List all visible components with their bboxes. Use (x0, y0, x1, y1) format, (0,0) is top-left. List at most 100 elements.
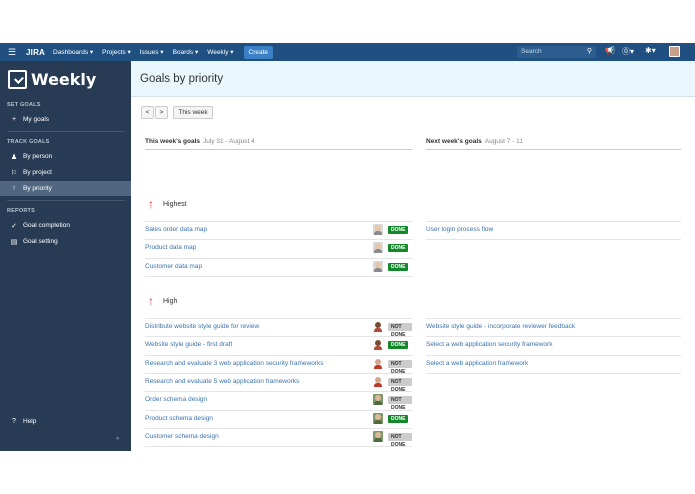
status-lozenge: DONE (388, 262, 409, 271)
avatar-body (374, 364, 382, 369)
status-lozenge: DONE (388, 226, 409, 234)
brand-title: Weekly (31, 70, 97, 89)
avatar-face (375, 413, 381, 420)
avatar-face (375, 431, 381, 438)
column-divider (426, 149, 681, 150)
goal-link[interactable]: Research and evaluate 5 web application … (145, 378, 299, 385)
sidebar-item-label: Goal setting (23, 238, 58, 245)
this-week-heading-label: This week's goals (145, 138, 201, 145)
goal-link[interactable]: Customer data map (145, 263, 202, 270)
sidebar-item-by-priority[interactable]: ↑ By priority (0, 181, 131, 196)
goal-row[interactable]: Website style guide - incorporate review… (426, 318, 681, 336)
goal-link[interactable]: Product schema design (145, 415, 213, 422)
goal-row[interactable]: Product schema design DONE (145, 409, 412, 428)
sidebar-item-label: By project (23, 169, 52, 176)
goal-link[interactable]: Research and evaluate 3 web application … (145, 360, 323, 367)
goal-row[interactable]: Sales order data map DONE (145, 221, 412, 239)
goal-row[interactable]: Select a web application frameworkNOT DO… (426, 354, 681, 373)
reports-heading: REPORTS (7, 208, 35, 214)
goal-row[interactable]: Website style guide - first draft DONE (145, 336, 412, 354)
owner-avatar[interactable] (373, 242, 383, 254)
nav-projects[interactable]: Projects ▾ (102, 48, 131, 56)
plus-icon: + (11, 116, 17, 123)
priority-arrow-icon: ↑ (148, 197, 154, 211)
owner-avatar[interactable] (373, 412, 383, 424)
track-goals-heading: TRACK GOALS (7, 139, 50, 145)
goal-link[interactable]: Website style guide - first draft (145, 341, 232, 348)
this-week-button[interactable]: This week (173, 106, 213, 119)
app-switcher-icon[interactable]: ☰ (4, 47, 20, 58)
checkmark-icon: ✓ (11, 222, 17, 230)
sidebar-item-goal-setting[interactable]: ▤ Goal setting (0, 234, 131, 249)
goal-row[interactable]: Distribute website style guide for revie… (145, 318, 412, 338)
nav-dashboards[interactable]: Dashboards ▾ (53, 48, 93, 56)
owner-avatar[interactable] (373, 375, 383, 387)
owner-avatar[interactable] (373, 224, 383, 235)
next-week-button[interactable]: > (155, 106, 168, 119)
owner-avatar[interactable] (373, 430, 383, 442)
goal-link[interactable]: Product data map (145, 244, 196, 251)
owner-avatar[interactable] (373, 260, 383, 272)
status-lozenge: NOT DONE (388, 432, 412, 448)
avatar-face (375, 358, 381, 365)
nav-weekly[interactable]: Weekly ▾ (207, 48, 233, 56)
sidebar-item-by-project[interactable]: ⚐ By project (0, 165, 131, 180)
owner-avatar[interactable] (373, 321, 383, 332)
goal-row[interactable]: Research and evaluate 5 web application … (145, 372, 412, 393)
goal-row[interactable]: Customer schema design NOT DONE (145, 427, 412, 448)
set-goals-heading: SET GOALS (7, 102, 41, 108)
jira-logo[interactable]: JIRA (26, 48, 45, 57)
sidebar-item-by-person[interactable]: ♟ By person (0, 149, 131, 164)
goal-link[interactable]: Website style guide - incorporate review… (426, 323, 575, 330)
goal-row[interactable]: User login process flowNOT DONE (426, 221, 681, 239)
user-avatar[interactable] (669, 46, 680, 57)
goal-link[interactable]: Sales order data map (145, 226, 207, 233)
avatar-body (374, 231, 382, 235)
help-icon[interactable]: ⓪▾ (622, 46, 634, 57)
goal-link[interactable]: Distribute website style guide for revie… (145, 323, 259, 330)
owner-avatar[interactable] (373, 357, 383, 369)
status-lozenge: NOT DONE (388, 359, 412, 375)
collapse-sidebar-icon[interactable]: « (116, 436, 119, 442)
priority-arrow-icon: ↑ (12, 185, 16, 192)
previous-week-button[interactable]: < (141, 106, 154, 119)
status-lozenge: NOT DONE (388, 396, 412, 411)
status-lozenge: NOT DONE (388, 323, 412, 338)
nav-boards[interactable]: Boards ▾ (173, 48, 199, 56)
sidebar-item-my-goals[interactable]: + My goals (0, 112, 131, 127)
create-button[interactable]: Create (243, 45, 274, 59)
goal-link[interactable]: Customer schema design (145, 433, 219, 440)
avatar-body (374, 419, 382, 424)
report-icon: ▤ (10, 238, 18, 246)
nav-issues[interactable]: Issues ▾ (140, 48, 164, 56)
goal-row[interactable]: Select a web application security framew… (426, 336, 681, 354)
goal-link[interactable]: Select a web application security framew… (426, 341, 552, 348)
page-title: Goals by priority (140, 73, 224, 85)
owner-avatar[interactable] (373, 339, 383, 351)
search-input[interactable]: Search ⚲ (517, 46, 596, 58)
sidebar-divider (7, 200, 125, 201)
sidebar-item-label: Help (23, 418, 37, 425)
goal-link[interactable]: Select a web application framework (426, 360, 528, 367)
avatar-body (374, 249, 382, 254)
goal-link[interactable]: User login process flow (426, 226, 493, 233)
notifications-icon[interactable]: 📢 (605, 46, 615, 55)
sidebar-item-goal-completion[interactable]: ✓ Goal completion (0, 218, 131, 233)
priority-heading: ↑ High (145, 294, 177, 308)
goal-row[interactable]: Research and evaluate 3 web application … (145, 354, 412, 375)
row-divider (426, 372, 681, 374)
sidebar-divider (7, 131, 125, 132)
goal-link[interactable]: Order schema design (145, 396, 207, 403)
owner-avatar[interactable] (373, 394, 383, 406)
sidebar-item-help[interactable]: ? Help (0, 414, 131, 429)
jira-logo-text: JIRA (26, 47, 46, 57)
settings-gear-icon[interactable]: ✱▾ (645, 46, 656, 55)
search-icon: ⚲ (586, 48, 592, 55)
project-icon: ⚐ (10, 169, 18, 177)
goal-row[interactable]: Product data map DONE (145, 239, 412, 257)
next-week-heading: Next week's goals August 7 - 11 (426, 138, 523, 145)
goal-row[interactable]: Order schema design NOT DONE (145, 391, 412, 411)
avatar-body (374, 346, 382, 351)
weekly-brand[interactable]: Weekly (8, 70, 96, 89)
goal-row[interactable]: Customer data map DONE (145, 257, 412, 276)
